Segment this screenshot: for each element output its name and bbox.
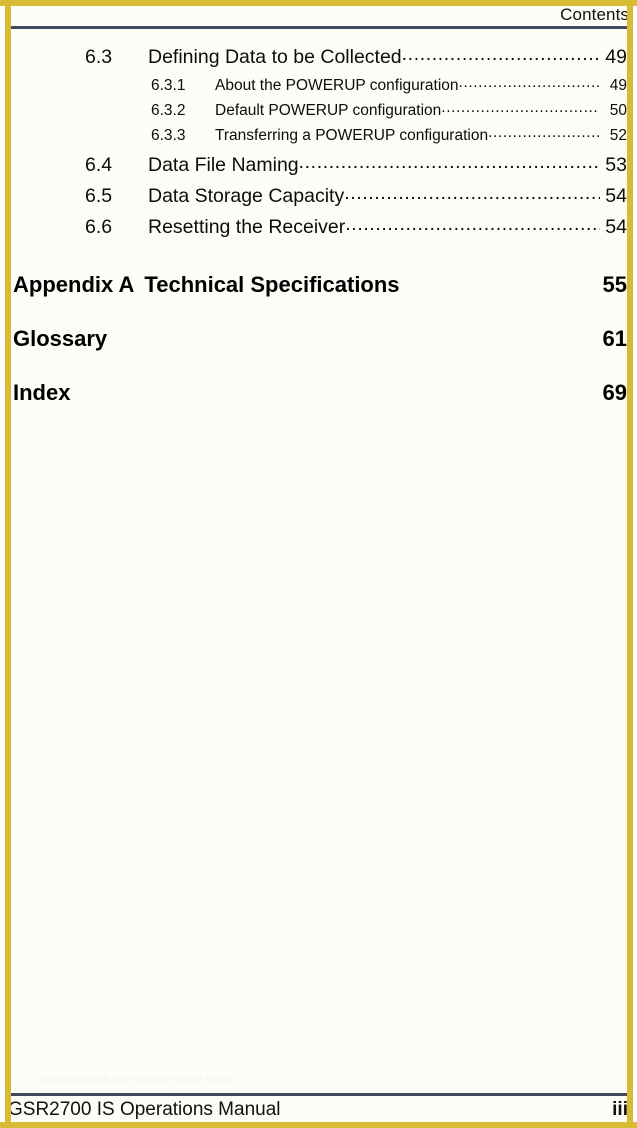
- toc-entry-number: 6.6: [85, 216, 113, 238]
- toc-dot-leader: [488, 124, 599, 142]
- running-header: Contents: [11, 6, 627, 28]
- toc-major-title: Technical Specifications: [144, 272, 400, 297]
- toc-entry-title: Defining Data to be Collected: [148, 46, 402, 68]
- header-title: Contents: [560, 6, 627, 24]
- page-watermark: www.manualslib.com manuals search engine: [39, 1074, 235, 1084]
- toc-entry-page: 53: [605, 154, 627, 176]
- toc-dot-leader: [459, 74, 599, 92]
- toc-entry-title: Default POWERUP configuration: [215, 102, 442, 119]
- toc-entry-number: 6.3.1: [151, 77, 186, 94]
- toc-entry-page: 49: [609, 77, 627, 94]
- document-page: Contents 6.3 Defining Data to be Collect…: [11, 6, 627, 1122]
- scanned-page-frame: Contents 6.3 Defining Data to be Collect…: [0, 0, 637, 1128]
- toc-major-page: 69: [602, 380, 627, 405]
- toc-entry[interactable]: 6.5 Data Storage Capacity 54: [11, 185, 627, 216]
- toc-major-page: 55: [602, 272, 627, 297]
- toc-major-page: 61: [602, 326, 627, 351]
- table-of-contents: 6.3 Defining Data to be Collected 49 6.3…: [11, 46, 627, 416]
- toc-entry-page: 49: [605, 46, 627, 68]
- footer-rule: [11, 1093, 627, 1096]
- toc-entry-page: 50: [609, 102, 627, 119]
- toc-entry[interactable]: 6.3.3 Transferring a POWERUP configurati…: [11, 127, 627, 152]
- toc-entry-number: 6.3: [85, 46, 113, 68]
- toc-entry-title: About the POWERUP configuration: [215, 77, 459, 94]
- toc-dot-leader: [299, 151, 600, 174]
- toc-major-label: Appendix A: [13, 272, 135, 297]
- toc-dot-leader: [345, 213, 600, 236]
- toc-entry-title: Resetting the Receiver: [148, 216, 346, 238]
- toc-entry[interactable]: 6.3 Defining Data to be Collected 49: [11, 46, 627, 77]
- toc-entry-title: Data Storage Capacity: [148, 185, 345, 207]
- toc-entry-number: 6.3.3: [151, 127, 186, 144]
- footer-manual-title: GSR2700 IS Operations Manual: [11, 1099, 281, 1120]
- toc-entry-page: 54: [605, 185, 627, 207]
- toc-dot-leader: [441, 99, 599, 117]
- toc-dot-leader: [402, 43, 600, 66]
- toc-major-entry[interactable]: Appendix A Technical Specifications 55: [11, 272, 627, 308]
- toc-entry-page: 54: [605, 216, 627, 238]
- toc-entry-number: 6.3.2: [151, 102, 186, 119]
- footer-page-number: iii: [612, 1099, 627, 1120]
- toc-entry[interactable]: 6.6 Resetting the Receiver 54: [11, 216, 627, 247]
- frame-border-bottom: [0, 1122, 637, 1128]
- toc-entry-number: 6.4: [85, 154, 113, 176]
- frame-border-right: [627, 0, 633, 1128]
- toc-major-label: Index: [13, 380, 71, 405]
- toc-entry-title: Data File Naming: [148, 154, 299, 176]
- toc-entry-page: 52: [609, 127, 627, 144]
- toc-major-entry[interactable]: Index 69: [11, 380, 627, 416]
- toc-major-label: Glossary: [13, 326, 108, 351]
- header-rule: [11, 26, 627, 29]
- toc-dot-leader: [344, 182, 600, 205]
- toc-entry-number: 6.5: [85, 185, 113, 207]
- toc-entry[interactable]: 6.4 Data File Naming 53: [11, 154, 627, 185]
- toc-major-entry[interactable]: Glossary 61: [11, 326, 627, 362]
- toc-entry-title: Transferring a POWERUP configuration: [215, 127, 489, 144]
